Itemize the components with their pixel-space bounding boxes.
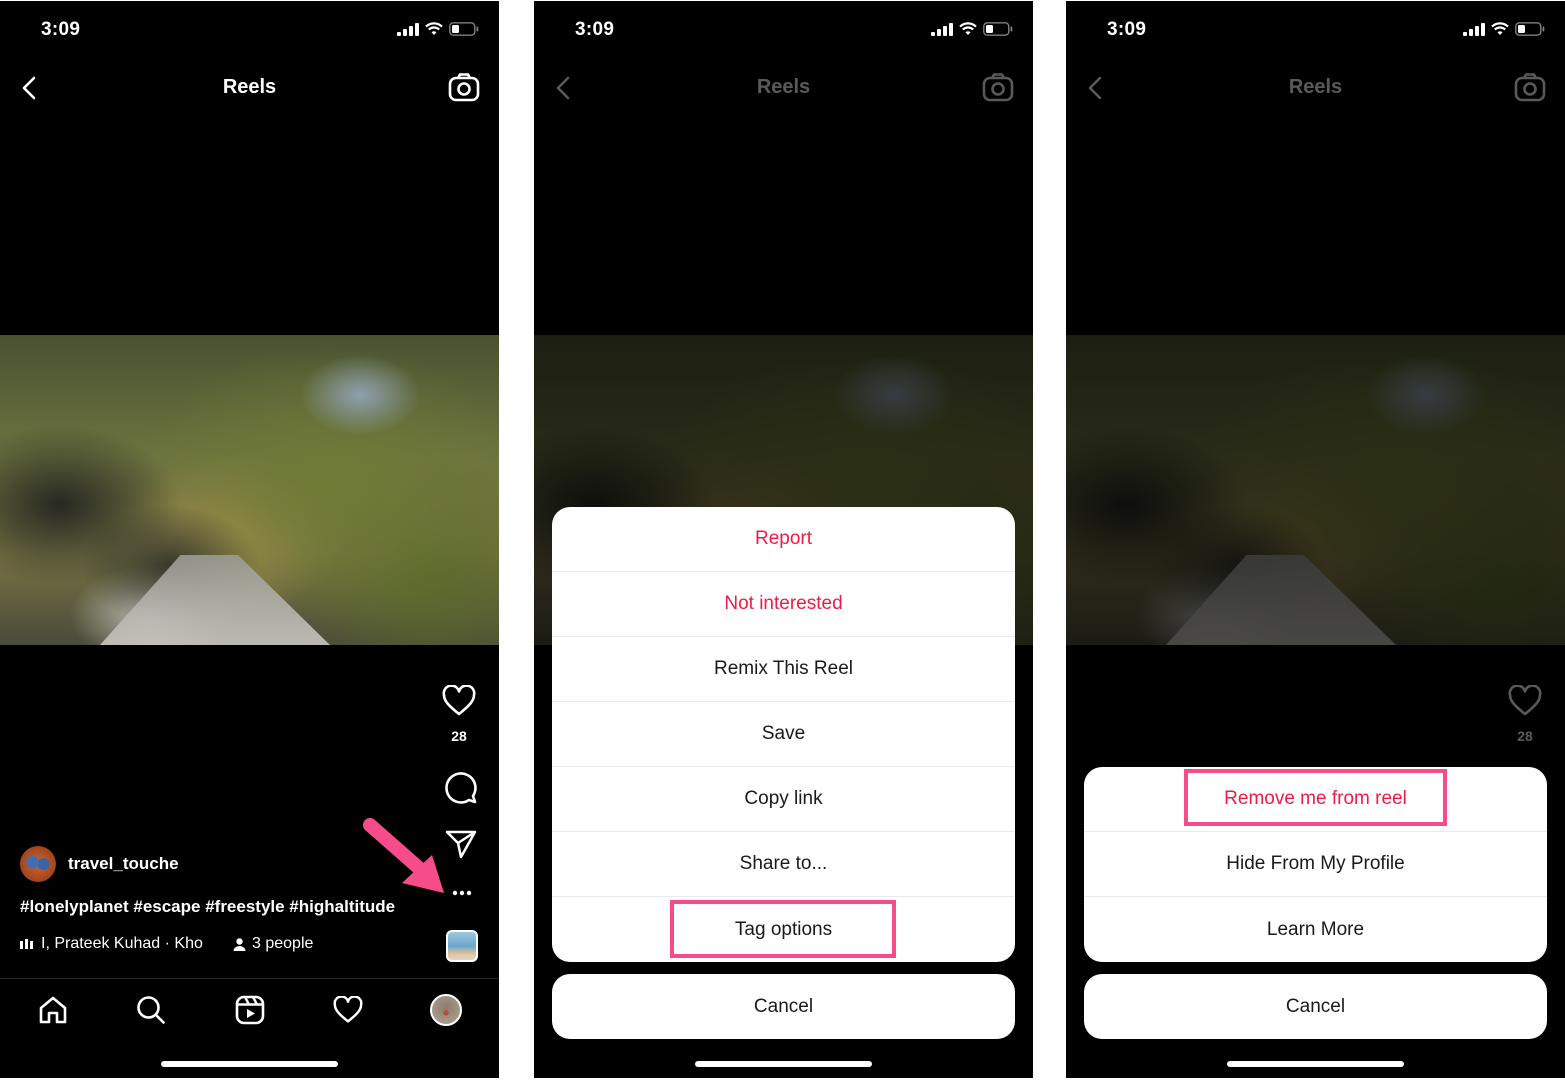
tagged-people-count: 3 people [252,935,314,952]
comment-icon[interactable] [442,769,478,805]
person-icon [233,937,246,951]
menu-item-not-interested[interactable]: Not interested [552,572,1015,637]
home-indicator [695,1061,872,1067]
battery-icon [449,22,479,36]
nav-header: Reels [1066,63,1565,113]
more-options-icon[interactable] [452,890,472,896]
reel-video [1066,335,1565,645]
like-count[interactable]: 28 [439,728,479,744]
home-indicator [1227,1061,1404,1067]
menu-item-report[interactable]: Report [552,507,1015,572]
profile-avatar [430,994,462,1026]
pointer-arrow-annotation [363,818,444,893]
tab-search[interactable] [134,993,168,1027]
battery-icon [1515,22,1545,36]
tab-home[interactable] [36,993,70,1027]
menu-item-remix[interactable]: Remix This Reel [552,637,1015,702]
wifi-icon [425,22,443,35]
reels-icon [235,995,265,1025]
highlight-box-remove-me [1184,769,1447,826]
dim-overlay [1066,335,1565,645]
status-bar: 3:09 [534,1,1033,61]
search-icon [137,996,165,1024]
video-road [100,555,330,645]
tab-profile[interactable] [429,993,463,1027]
cellular-signal-icon [931,22,953,36]
cellular-signal-icon [397,22,419,36]
music-icon [20,939,33,949]
share-icon[interactable] [445,829,477,859]
phone-screen-tag-options: 3:09 Reels 28 Remove me from reel Hide F… [1066,1,1565,1078]
tab-bar [0,978,499,1044]
nav-header: Reels [0,63,499,113]
cancel-button[interactable]: Cancel [552,974,1015,1039]
home-icon [39,996,67,1024]
tab-reels[interactable] [233,993,267,1027]
phone-screen-reel: 3:09 Reels 28 travel_touche #lonelyplane… [0,1,499,1078]
status-bar: 3:09 [0,1,499,61]
status-time: 3:09 [1107,19,1147,40]
cellular-signal-icon [1463,22,1485,36]
options-sheet: Report Not interested Remix This Reel Sa… [552,507,1015,962]
tab-activity[interactable] [331,993,365,1027]
menu-item-share-to[interactable]: Share to... [552,832,1015,897]
nav-header: Reels [534,63,1033,113]
audio-thumbnail[interactable] [446,930,478,962]
author-row[interactable]: travel_touche [20,846,179,882]
page-title: Reels [1288,76,1343,98]
status-time: 3:09 [575,19,615,40]
heart-icon [1508,684,1542,716]
reel-caption[interactable]: #lonelyplanet #escape #freestyle #highal… [20,897,395,917]
menu-item-learn-more[interactable]: Learn More [1084,897,1547,962]
page-title: Reels [756,76,811,98]
menu-item-hide-from-profile[interactable]: Hide From My Profile [1084,832,1547,897]
status-bar: 3:09 [1066,1,1565,61]
phone-screen-options-menu: 3:09 Reels Report Not interested Remix T… [534,1,1033,1078]
tagged-people[interactable]: 3 people [233,935,313,953]
reel-video[interactable] [0,335,499,645]
author-avatar[interactable] [20,846,56,882]
music-info[interactable]: I, Prateek Kuhad · Kho [41,935,229,953]
camera-icon [1514,73,1546,102]
page-title: Reels [222,76,277,98]
heart-icon[interactable] [442,684,476,717]
status-time: 3:09 [41,19,81,40]
camera-icon[interactable] [447,71,481,105]
camera-icon [982,73,1014,102]
wifi-icon [1491,22,1509,35]
activity-heart-icon [333,996,363,1023]
menu-item-copy-link[interactable]: Copy link [552,767,1015,832]
cancel-button[interactable]: Cancel [1084,974,1547,1039]
home-indicator [161,1061,338,1067]
wifi-icon [959,22,977,35]
menu-item-save[interactable]: Save [552,702,1015,767]
highlight-box-tag-options [670,900,896,958]
author-username[interactable]: travel_touche [68,854,179,874]
like-count: 28 [1517,728,1533,744]
battery-icon [983,22,1013,36]
